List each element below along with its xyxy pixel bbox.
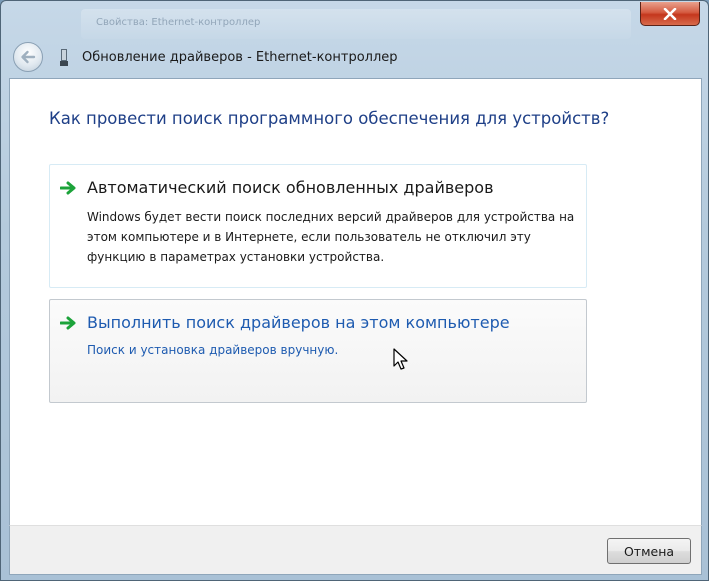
green-arrow-icon [60,181,76,195]
auto-search-description: Windows будет вести поиск последних верс… [87,210,575,264]
content-area: Как провести поиск программного обеспече… [9,78,702,525]
close-icon [663,7,677,20]
manual-search-description: Поиск и установка драйверов вручную. [87,343,339,357]
window-title: Обновление драйверов - Ethernet-контролл… [82,50,398,65]
network-adapter-icon [60,49,68,66]
green-arrow-icon [60,316,76,330]
cancel-button[interactable]: Отмена [607,538,691,564]
back-arrow-icon [21,50,36,64]
dialog-footer: Отмена [9,525,702,575]
back-button[interactable] [13,42,43,72]
mouse-cursor-icon [393,348,408,370]
manual-search-title: Выполнить поиск драйверов на этом компью… [87,313,510,332]
background-window-title: Свойства: Ethernet-контроллер [96,17,261,28]
auto-search-title: Автоматический поиск обновленных драйвер… [87,178,494,197]
update-drivers-window: Свойства: Ethernet-контроллер Обновление… [0,0,709,581]
page-heading: Как провести поиск программного обеспече… [49,109,610,128]
auto-search-option[interactable]: Автоматический поиск обновленных драйвер… [49,164,587,288]
close-button[interactable] [640,2,700,26]
manual-search-option[interactable]: Выполнить поиск драйверов на этом компью… [49,299,587,403]
navigation-bar: Обновление драйверов - Ethernet-контролл… [9,41,702,77]
